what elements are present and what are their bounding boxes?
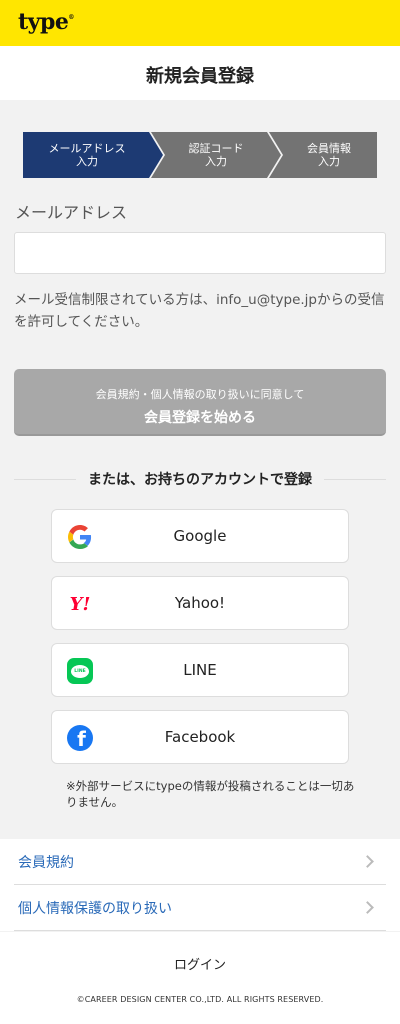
privacy-link-label: 個人情報保護の取り扱い [18,900,172,917]
copyright: ©CAREER DESIGN CENTER CO.,LTD. ALL RIGHT… [76,995,324,1004]
facebook-label: Facebook [164,728,236,746]
email-input[interactable] [14,232,386,274]
terms-link[interactable]: 会員規約 [14,839,386,885]
google-icon [66,523,94,551]
facebook-mark: f [67,725,93,751]
policy-links: 会員規約 個人情報保護の取り扱い [0,839,400,931]
social-divider-text: または、お持ちのアカウントで登録 [88,472,312,488]
chevron-right-icon [361,855,374,868]
yahoo-icon: Y! [66,590,94,618]
facebook-login-button[interactable]: f Facebook [51,710,349,764]
footer: ログイン ©CAREER DESIGN CENTER CO.,LTD. ALL … [0,932,400,1024]
start-registration-label: 会員登録を始める [144,410,256,426]
yahoo-label: Yahoo! [174,594,226,612]
step-label: 会員情報 入力 [307,142,351,168]
divider-line [14,478,76,480]
google-login-button[interactable]: Google [51,509,349,563]
line-bubble: LINE [71,664,89,678]
step-label: 認証コード 入力 [188,142,244,168]
title-bar: 新規会員登録 [0,46,400,100]
page-title: 新規会員登録 [146,66,254,87]
start-registration-button[interactable]: 会員規約・個人情報の取り扱いに同意して 会員登録を始める [14,369,386,436]
line-icon: LINE [66,657,94,685]
divider-line [324,478,386,480]
type-logo[interactable]: type® [18,9,74,35]
google-label: Google [173,527,227,545]
step-member-info: 会員情報 入力 [269,132,377,178]
terms-link-label: 会員規約 [18,854,74,871]
email-note: メール受信制限されている方は、info_u@type.jpからの受信を許可してく… [14,292,385,330]
privacy-link[interactable]: 個人情報保護の取り扱い [14,885,386,931]
step-label: メールアドレス 入力 [48,142,126,168]
progress-steps: メールアドレス 入力 認証コード 入力 会員情報 入力 [23,132,377,178]
agree-text: 会員規約・個人情報の取り扱いに同意して [95,388,305,401]
chevron-right-icon [361,901,374,914]
step-email-active: メールアドレス 入力 [23,132,163,178]
yahoo-login-button[interactable]: Y! Yahoo! [51,576,349,630]
step-auth-code: 認証コード 入力 [151,132,281,178]
top-bar: type® [0,0,400,46]
social-disclaimer: ※外部サービスにtypeの情報が投稿されることは一切ありません。 [66,779,355,809]
email-label: メールアドレス [15,203,128,222]
yahoo-mark: Y! [69,593,91,615]
line-mark: LINE [67,658,93,684]
line-label: LINE [183,661,217,679]
line-login-button[interactable]: LINE LINE [51,643,349,697]
social-divider: または、お持ちのアカウントで登録 [14,467,386,491]
login-link[interactable]: ログイン [174,954,226,973]
facebook-icon: f [66,724,94,752]
